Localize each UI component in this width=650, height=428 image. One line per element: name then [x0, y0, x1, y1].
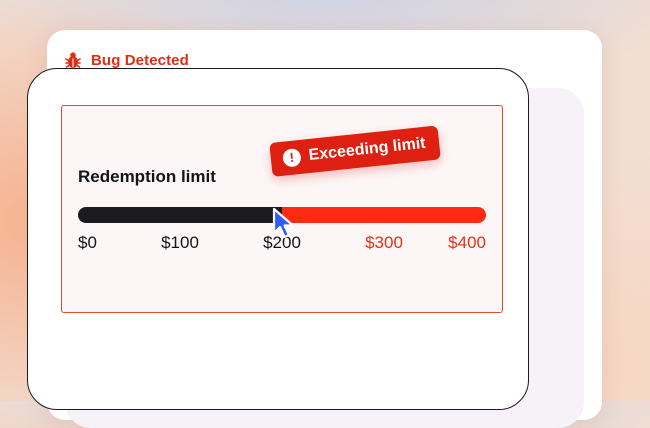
tick-label: $300 — [365, 233, 403, 252]
card-header: Bug Detected — [65, 51, 189, 69]
slider-exceeded-segment — [282, 207, 486, 223]
tick-label: $400 — [448, 233, 486, 252]
card-title: Bug Detected — [91, 51, 189, 69]
slider-label: Redemption limit — [78, 167, 216, 186]
tick-label: $100 — [161, 233, 199, 252]
tick-label: $0 — [78, 233, 97, 252]
pointer-cursor-icon — [270, 207, 298, 241]
warning-icon: ! — [281, 147, 302, 168]
slider-filled-segment — [78, 207, 282, 223]
bug-icon — [65, 51, 81, 69]
tooltip-text: Exceeding limit — [307, 134, 427, 164]
